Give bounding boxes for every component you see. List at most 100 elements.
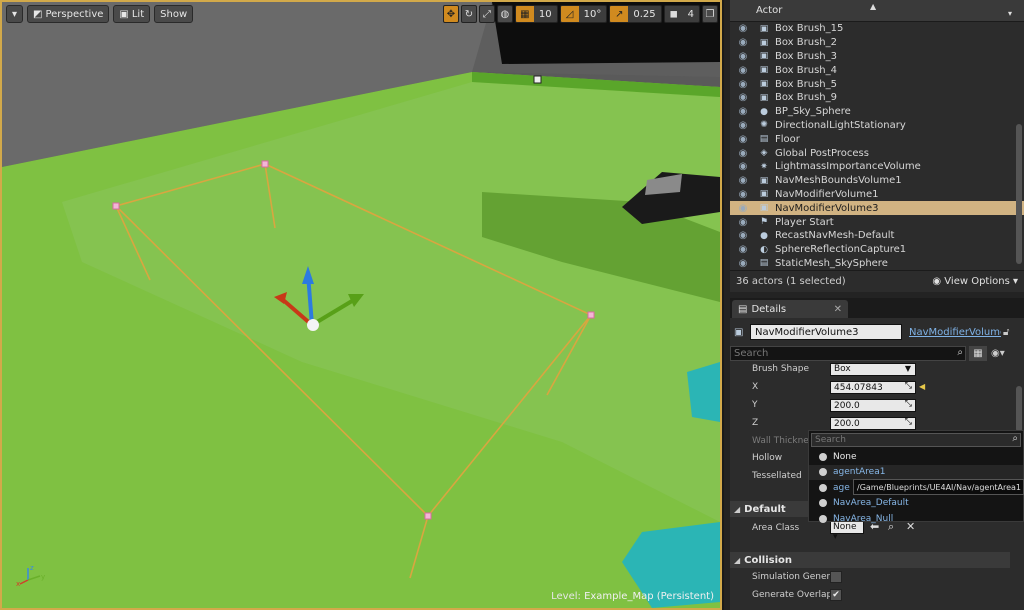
viewport-snap-toolbar: ✥ ↻ ⤢ ◍ ▦ 10 ◿ 10° ↗ 0.25 ◼ 4 ❐ — [442, 5, 718, 23]
visibility-eye-icon[interactable]: ◉ — [730, 217, 756, 228]
dropdown-item-navarea-null[interactable]: NavArea_Null — [809, 511, 1023, 527]
outliner-row[interactable]: ◉ ◐ SphereReflectionCapture1 — [730, 243, 1024, 257]
scene-render[interactable] — [2, 2, 720, 608]
maximize-viewport-button[interactable]: ❐ — [702, 5, 718, 23]
section-collision[interactable]: ◢ Collision — [730, 552, 1010, 568]
visibility-eye-icon[interactable]: ◉ — [730, 244, 756, 255]
visibility-eye-icon[interactable]: ◉ — [730, 79, 756, 90]
visibility-eye-icon[interactable]: ◉ — [730, 65, 756, 76]
perspective-button[interactable]: ◩ Perspective — [27, 5, 110, 23]
details-scrollbar[interactable] — [1016, 386, 1022, 432]
close-tab-icon[interactable]: ✕ — [834, 304, 842, 315]
viewport-options-button[interactable]: ▾ — [6, 5, 24, 23]
tab-details[interactable]: ▤ Details ✕ — [732, 300, 848, 318]
outliner-row[interactable]: ◉ ▣ Box Brush_15 — [730, 22, 1024, 36]
outliner-scrollbar[interactable] — [1016, 124, 1022, 264]
grid-snap[interactable]: ▦ 10 — [514, 5, 558, 23]
visibility-eye-icon[interactable]: ◉ — [730, 148, 756, 159]
sphere-icon: ● — [760, 106, 768, 117]
outliner-row[interactable]: ◉ ▤ StaticMesh_SkySphere — [730, 257, 1024, 271]
dropdown-item-agentarea1[interactable]: agentArea1 — [809, 464, 1023, 480]
postprocess-icon: ◈ — [760, 148, 768, 159]
dropdown-item-none[interactable]: None — [809, 449, 1023, 465]
asset-path-tooltip: /Game/Blueprints/UE4AI/Nav/agentArea1 — [853, 479, 1024, 495]
visibility-eye-icon[interactable]: ◉ — [730, 106, 756, 117]
cube-icon: ▣ — [119, 8, 129, 20]
outliner-row[interactable]: ◉ ▣ Box Brush_5 — [730, 77, 1024, 91]
class-dot-icon — [819, 514, 827, 523]
lock-icon[interactable]: 🔓︎ — [1003, 327, 1009, 338]
search-icon: ⌕ — [1012, 433, 1018, 444]
outliner-footer: 36 actors (1 selected) ◉ View Options ▾ — [730, 270, 1024, 292]
class-dot-icon — [819, 468, 827, 477]
rotate-mode-button[interactable]: ↻ — [460, 5, 477, 23]
viewport-toolbar: ▾ ◩ Perspective ▣ Lit Show — [6, 5, 194, 23]
view-options-eye-icon[interactable]: ◉▾ — [991, 348, 1005, 359]
actor-name-field[interactable]: NavModifierVolume3 — [750, 324, 902, 340]
outliner-row[interactable]: ◉ ● RecastNavMesh-Default — [730, 229, 1024, 243]
outliner-row[interactable]: ◉ ▤ Floor — [730, 132, 1024, 146]
outliner-row[interactable]: ◉ ● BP_Sky_Sphere — [730, 105, 1024, 119]
column-options-icon[interactable]: ▾ — [1008, 9, 1012, 18]
outliner-list: ◉ ▣ Box Brush_15 ◉ ▣ Box Brush_2 ◉ ▣ Box Brush_3… — [730, 22, 1024, 270]
visibility-eye-icon[interactable]: ◉ — [730, 23, 756, 34]
z-value-field[interactable]: 200.0 ⤡ — [830, 417, 916, 430]
generate-overlap-checkbox[interactable]: ✔ — [830, 589, 842, 601]
view-options-button[interactable]: ◉ View Options ▾ — [932, 276, 1018, 287]
spin-arrows-icon: ⤡ — [904, 381, 912, 391]
x-value-field[interactable]: 454.07843 ⤡ — [830, 381, 916, 394]
visibility-eye-icon[interactable]: ◉ — [730, 258, 756, 269]
outliner-row[interactable]: ◉ ▣ Box Brush_9 — [730, 91, 1024, 105]
level-viewport[interactable]: ▾ ◩ Perspective ▣ Lit Show ✥ ↻ ⤢ ◍ ▦ 10 ◿ 10… — [0, 0, 722, 610]
outliner-row[interactable]: ◉ ▣ NavMeshBoundsVolume1 — [730, 174, 1024, 188]
visibility-eye-icon[interactable]: ◉ — [730, 175, 756, 186]
visibility-eye-icon[interactable]: ◉ — [730, 51, 756, 62]
translate-mode-button[interactable]: ✥ — [442, 5, 459, 23]
outliner-row[interactable]: ◉ ⚑ Player Start — [730, 215, 1024, 229]
outliner-row[interactable]: ◉ ▣ NavModifierVolume1 — [730, 188, 1024, 202]
dropdown-item-navarea-default[interactable]: NavArea_Default — [809, 496, 1023, 512]
visibility-eye-icon[interactable]: ◉ — [730, 37, 756, 48]
scale-snap[interactable]: ↗ 0.25 — [609, 5, 662, 23]
source-file-link[interactable]: NavModifierVolume.h — [909, 327, 1001, 338]
rotation-snap[interactable]: ◿ 10° — [559, 5, 608, 23]
outliner-row[interactable]: ◉ ✺ DirectionalLightStationary — [730, 119, 1024, 133]
dropdown-search-input[interactable]: Search ⌕ — [811, 433, 1021, 447]
world-local-button[interactable]: ◍ — [496, 5, 513, 23]
perspective-icon: ◩ — [33, 8, 43, 20]
visibility-eye-icon[interactable]: ◉ — [730, 134, 756, 145]
show-button[interactable]: Show — [154, 5, 194, 23]
outliner-row[interactable]: ◉ ▣ Box Brush_3 — [730, 50, 1024, 64]
brush-shape-combo[interactable]: Box ▼ — [830, 363, 916, 376]
visibility-eye-icon[interactable]: ◉ — [730, 120, 756, 131]
lit-button[interactable]: ▣ Lit — [113, 5, 151, 23]
reset-to-default-icon[interactable]: ◀ — [919, 382, 925, 391]
property-matrix-button[interactable]: ▦ — [969, 345, 987, 361]
visibility-eye-icon[interactable]: ◉ — [730, 203, 756, 214]
volume-icon: ▣ — [759, 203, 769, 214]
outliner-row[interactable]: ◉ ✷ LightmassImportanceVolume — [730, 160, 1024, 174]
volume-icon: ▣ — [759, 189, 769, 200]
actor-label: DirectionalLightStationary — [775, 119, 906, 131]
outliner-row[interactable]: ◉ ▣ NavModifierVolume3 — [730, 201, 1024, 216]
class-dot-icon — [819, 499, 827, 508]
y-value-field[interactable]: 200.0 ⤡ — [830, 399, 916, 412]
scale-mode-button[interactable]: ⤢ — [478, 5, 495, 23]
outliner-row[interactable]: ◉ ▣ Box Brush_2 — [730, 36, 1024, 50]
actor-label: NavModifierVolume3 — [775, 202, 879, 214]
visibility-eye-icon[interactable]: ◉ — [730, 161, 756, 172]
actor-label: Floor — [775, 133, 800, 145]
actor-label: Box Brush_2 — [775, 37, 837, 49]
visibility-eye-icon[interactable]: ◉ — [730, 92, 756, 103]
brush-icon: ▣ — [759, 92, 769, 103]
outliner-column-header[interactable]: Actor ▲ ▾ — [730, 0, 1024, 22]
outliner-row[interactable]: ◉ ▣ Box Brush_4 — [730, 63, 1024, 77]
outliner-row[interactable]: ◉ ◈ Global PostProcess — [730, 146, 1024, 160]
camera-speed[interactable]: ◼ 4 — [663, 5, 700, 23]
visibility-eye-icon[interactable]: ◉ — [730, 189, 756, 200]
simulation-generates-hit-checkbox[interactable] — [830, 571, 842, 583]
visibility-eye-icon[interactable]: ◉ — [730, 230, 756, 241]
svg-text:z: z — [30, 564, 34, 572]
details-tabbar: ▤ Details ✕ — [730, 298, 1024, 318]
details-search-input[interactable]: Search ⌕ — [730, 345, 966, 361]
